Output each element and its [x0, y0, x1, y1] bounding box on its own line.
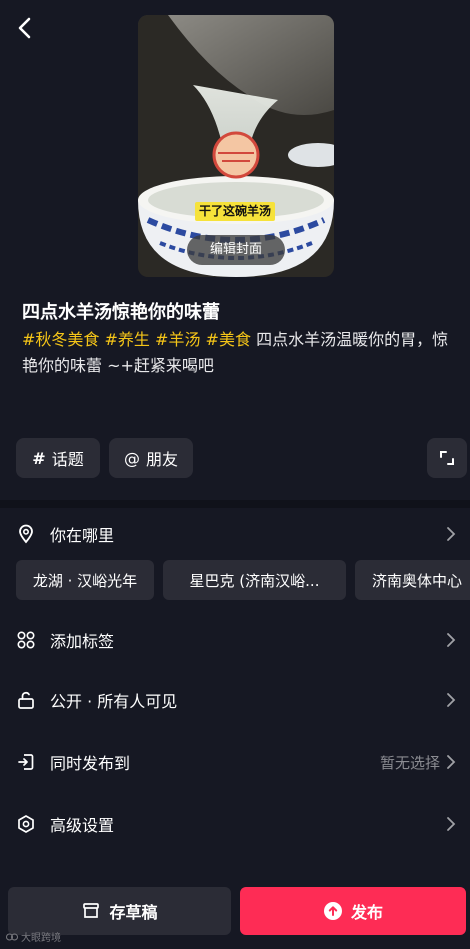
unlock-icon	[18, 691, 34, 709]
hexagon-settings-icon	[18, 815, 34, 833]
publish-label: 发布	[350, 903, 383, 922]
chevron-right-icon	[447, 693, 456, 707]
edit-cover-button[interactable]: 编辑封面	[187, 235, 285, 265]
save-draft-label: 存草稿	[109, 903, 158, 922]
add-tag-row[interactable]: 添加标签	[0, 616, 470, 664]
topic-button[interactable]: # 话题	[16, 438, 100, 478]
post-title[interactable]: 四点水羊汤惊艳你的味蕾	[22, 298, 220, 324]
sync-publish-value: 暂无选择	[379, 753, 440, 772]
mention-friend-button[interactable]: @ 朋友	[109, 438, 193, 478]
hashtag[interactable]: #秋冬美食	[22, 330, 99, 349]
section-divider	[0, 500, 470, 508]
expand-icon	[440, 451, 454, 465]
friend-label: 朋友	[145, 450, 178, 469]
sync-publish-row[interactable]: 同时发布到 暂无选择	[0, 738, 470, 786]
expand-editor-button[interactable]	[427, 438, 467, 478]
hashtag[interactable]: #美食	[206, 330, 251, 349]
cover-caption: 干了这碗羊汤	[195, 202, 276, 221]
upload-icon	[323, 902, 342, 920]
location-suggestion[interactable]: 龙湖 · 汉峪光年	[16, 560, 154, 600]
advanced-settings-label: 高级设置	[50, 816, 115, 835]
sync-publish-label: 同时发布到	[50, 754, 131, 773]
watermark-logo-icon	[6, 933, 18, 940]
hashtag[interactable]: #养生	[105, 330, 150, 349]
hash-icon: #	[32, 448, 46, 468]
cover-thumbnail[interactable]: 干了这碗羊汤 编辑封面	[138, 15, 334, 277]
hashtag[interactable]: #羊汤	[155, 330, 200, 349]
location-label: 你在哪里	[50, 526, 115, 545]
at-icon: @	[123, 448, 140, 468]
grid-four-icon	[17, 631, 35, 649]
topic-label: 话题	[51, 450, 84, 469]
publish-button[interactable]: 发布	[240, 887, 466, 935]
chevron-right-icon	[447, 633, 456, 647]
chevron-left-icon	[18, 17, 31, 39]
post-description[interactable]: #秋冬美食 #养生 #羊汤 #美食 四点水羊汤温暖你的胃，惊艳你的味蕾 ~+赶紧…	[22, 327, 452, 379]
chevron-right-icon	[447, 817, 456, 831]
chevron-right-icon	[447, 527, 456, 541]
location-suggestion[interactable]: 济南奥体中心	[355, 560, 470, 600]
chevron-right-icon	[447, 755, 456, 769]
add-tag-label: 添加标签	[50, 632, 115, 651]
draft-box-icon	[83, 903, 100, 918]
location-suggestion[interactable]: 星巴克 (济南汉峪...	[163, 560, 346, 600]
location-row[interactable]: 你在哪里	[0, 510, 470, 558]
advanced-settings-row[interactable]: 高级设置	[0, 800, 470, 848]
watermark-text: 大眼跨境	[21, 933, 61, 944]
back-button[interactable]	[10, 12, 42, 44]
share-out-icon	[18, 754, 34, 770]
save-draft-button[interactable]: 存草稿	[8, 887, 231, 935]
watermark: 大眼跨境	[6, 929, 61, 944]
visibility-label: 公开 · 所有人可见	[50, 692, 178, 711]
map-pin-icon	[19, 524, 33, 544]
visibility-row[interactable]: 公开 · 所有人可见	[0, 676, 470, 724]
